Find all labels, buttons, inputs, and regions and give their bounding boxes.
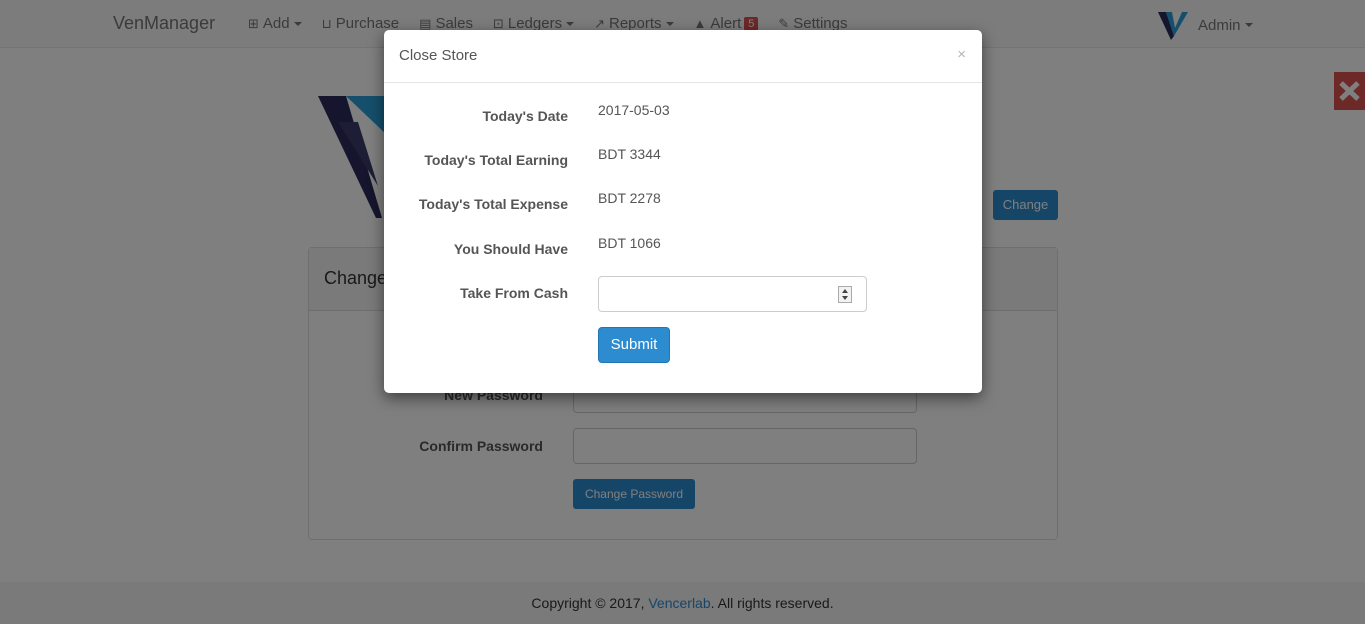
number-spinner-icon[interactable] — [838, 286, 852, 303]
should-have-label: You Should Have — [453, 241, 568, 257]
should-have-value: BDT 1066 — [598, 235, 661, 251]
total-earning-label: Today's Total Earning — [424, 152, 568, 168]
submit-button[interactable]: Submit — [598, 327, 670, 363]
total-expense-value: BDT 2278 — [598, 190, 661, 206]
modal-close-button[interactable]: × — [957, 46, 966, 63]
take-from-cash-input[interactable] — [598, 276, 867, 312]
modal-title: Close Store — [399, 47, 478, 64]
total-expense-label: Today's Total Expense — [418, 196, 568, 212]
todays-date-value: 2017-05-03 — [598, 102, 670, 118]
close-store-modal: Close Store × Today's Date 2017-05-03 To… — [384, 30, 982, 393]
take-from-cash-label: Take From Cash — [460, 285, 568, 301]
total-earning-value: BDT 3344 — [598, 146, 661, 162]
modal-header: Close Store × — [384, 30, 982, 83]
todays-date-label: Today's Date — [482, 108, 568, 124]
